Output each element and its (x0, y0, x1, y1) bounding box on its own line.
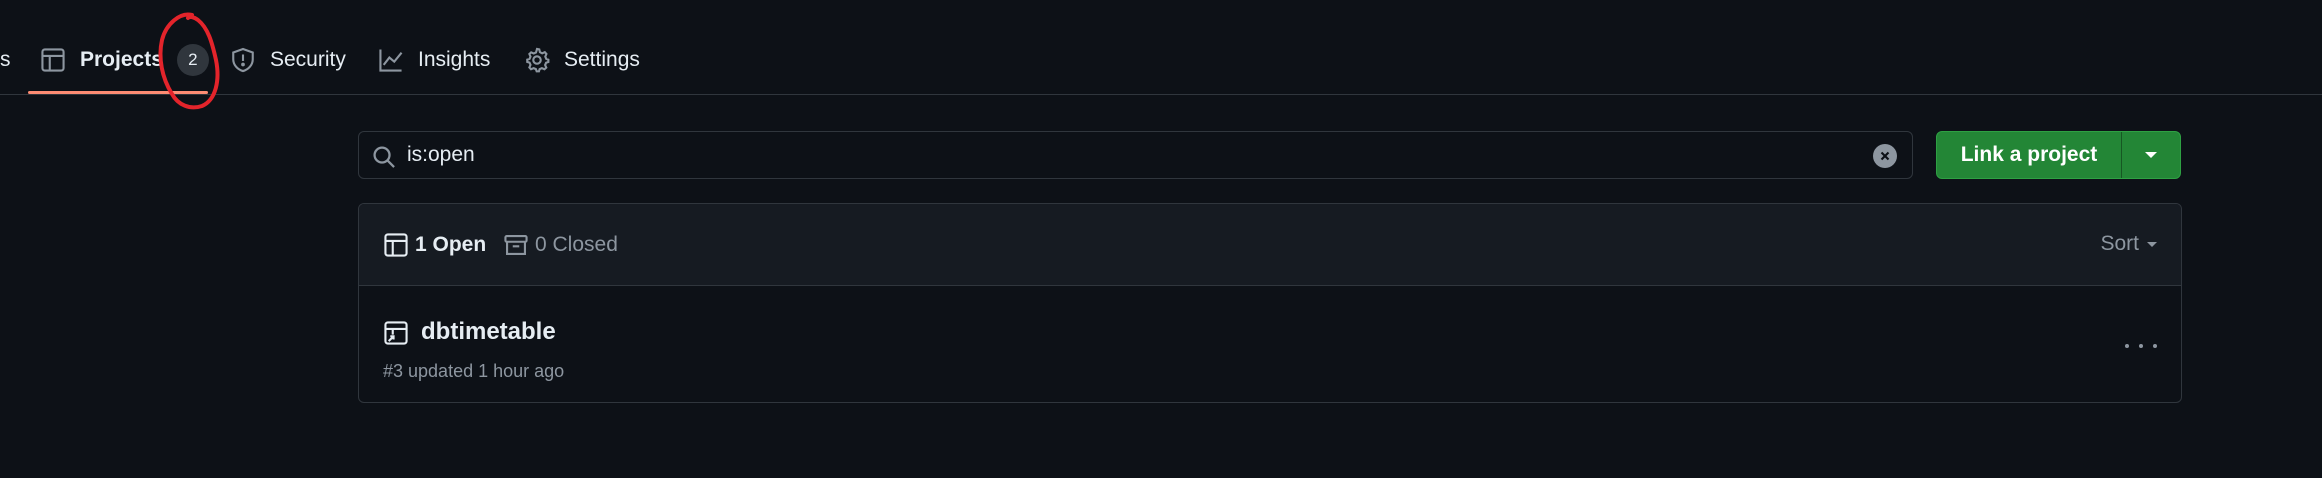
table-icon (384, 233, 408, 257)
archive-icon (504, 235, 528, 255)
repo-nav: s Projects 2 Security Insights Settings (0, 0, 2322, 110)
projects-page: s Projects 2 Security Insights Settings … (0, 0, 2322, 478)
closed-projects-label: 0 Closed (535, 233, 618, 256)
clear-search-button[interactable] (1873, 144, 1897, 168)
sort-dropdown[interactable]: Sort (2100, 232, 2157, 256)
project-table-icon (383, 320, 409, 346)
link-project-dropdown-button[interactable] (2122, 132, 2180, 178)
nav-item-truncated-label: s (0, 48, 11, 71)
tab-security[interactable]: Security (230, 30, 346, 90)
tab-settings-label: Settings (564, 48, 640, 71)
projects-list-box: 1 Open 0 Closed Sort dbtimetable #3 upda… (358, 203, 2182, 403)
link-project-button-group: Link a project (1936, 131, 2181, 179)
table-icon (40, 47, 66, 73)
open-projects-filter[interactable]: 1 Open (383, 232, 486, 258)
project-title-link[interactable]: dbtimetable (421, 318, 556, 346)
kebab-menu-icon[interactable] (2125, 336, 2157, 356)
graph-icon (378, 47, 404, 73)
nav-item-truncated[interactable]: s (0, 30, 11, 90)
project-row: dbtimetable #3 updated 1 hour ago (359, 286, 2181, 402)
tab-security-label: Security (270, 48, 346, 71)
caret-down-icon (2147, 241, 2157, 247)
project-search-bar[interactable] (358, 131, 1913, 179)
tab-projects[interactable]: Projects 2 (40, 30, 209, 90)
link-project-label: Link a project (1960, 143, 2098, 166)
projects-counter-badge: 2 (176, 44, 209, 76)
search-icon (371, 144, 397, 170)
tab-projects-label: Projects (80, 48, 163, 71)
projects-list-header: 1 Open 0 Closed Sort (359, 204, 2181, 286)
caret-down-icon (2145, 152, 2157, 158)
closed-projects-filter[interactable]: 0 Closed (503, 232, 618, 258)
gear-icon (524, 47, 550, 73)
active-tab-underline (28, 91, 208, 94)
tab-insights-label: Insights (418, 48, 491, 71)
link-project-button[interactable]: Link a project (1937, 132, 2121, 178)
search-input[interactable] (407, 132, 1847, 178)
project-meta: #3 updated 1 hour ago (383, 361, 565, 381)
sort-label: Sort (2100, 232, 2139, 255)
tab-settings[interactable]: Settings (524, 30, 640, 90)
shield-icon (230, 47, 256, 73)
tab-insights[interactable]: Insights (378, 30, 490, 90)
close-icon (1880, 151, 1890, 161)
open-projects-label: 1 Open (415, 233, 487, 256)
